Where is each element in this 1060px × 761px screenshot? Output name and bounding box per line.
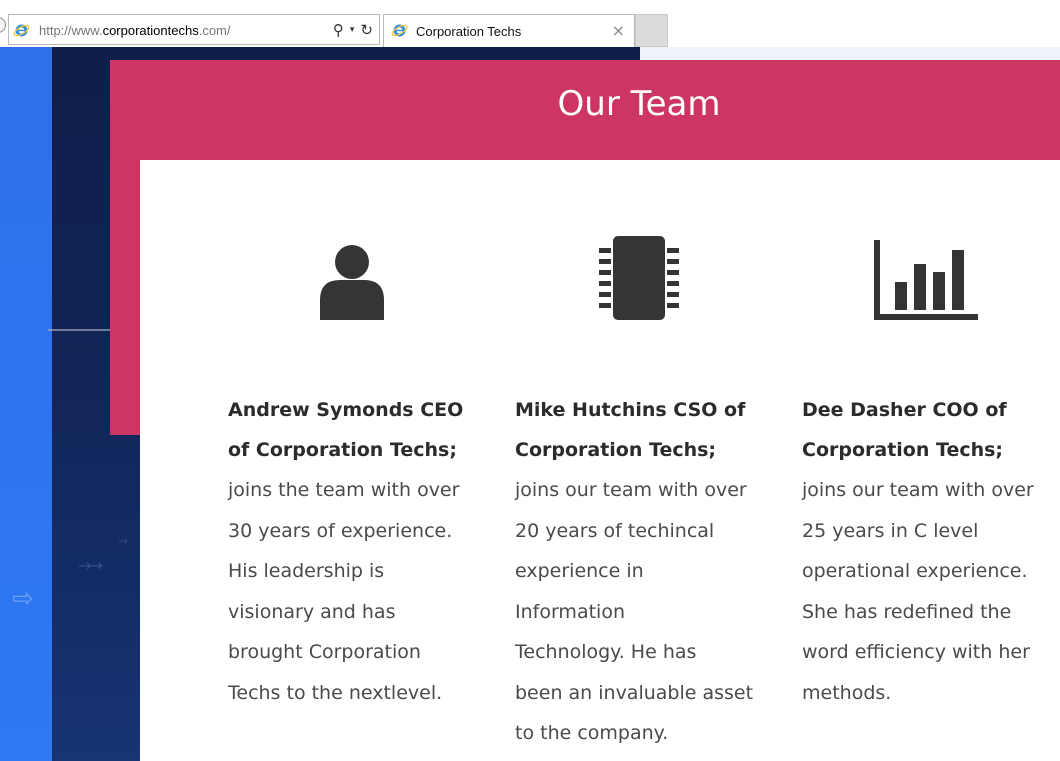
- browser-tab[interactable]: Corporation Techs ×: [383, 14, 635, 47]
- bio-line: Technology. He has: [515, 641, 697, 663]
- refresh-icon[interactable]: ↻: [360, 19, 373, 41]
- bio-line: experience in: [515, 560, 644, 582]
- url-domain: corporationtechs: [102, 23, 199, 38]
- bio-line: joins our team with over: [802, 479, 1034, 501]
- url-prefix: http://www.: [39, 23, 103, 38]
- member-name-line: Dee Dasher COO of: [802, 399, 1007, 421]
- decorative-line: [48, 329, 110, 331]
- address-tools: ⚲ ▾ ↻: [333, 19, 373, 41]
- section-title: Our Team: [557, 84, 721, 124]
- bio-line: 20 years of techincal: [515, 519, 715, 542]
- bio-line: Information: [515, 600, 625, 623]
- internet-explorer-icon: [391, 24, 408, 37]
- member-bio: joins our team with over 25 years in C l…: [802, 470, 1034, 713]
- bio-line: word efficiency with her: [802, 641, 1030, 663]
- bio-line: She has redefined the: [802, 600, 1012, 623]
- tab-title: Corporation Techs: [416, 24, 522, 39]
- microchip-icon: [599, 236, 679, 320]
- bio-line: 25 years in C level: [802, 519, 979, 542]
- arrows-decoration-icon: →: [118, 534, 129, 548]
- internet-explorer-icon: [13, 24, 30, 37]
- bio-line: His leadership is: [228, 560, 385, 582]
- bio-line: 30 years of experience.: [228, 519, 453, 542]
- arrows-decoration-icon: →→: [78, 556, 103, 575]
- member-bio: joins the team with over 30 years of exp…: [228, 470, 459, 713]
- bio-line: brought Corporation: [228, 641, 421, 663]
- new-tab-button[interactable]: [635, 14, 668, 47]
- bar-chart-icon: [874, 240, 978, 320]
- member-name: Mike Hutchins CSO of Corporation Techs;: [515, 390, 745, 470]
- browser-chrome: http://www.corporationtechs.com/ ⚲ ▾ ↻ C…: [0, 0, 1060, 47]
- member-name-line: Corporation Techs;: [802, 439, 1004, 461]
- member-name-line: Mike Hutchins CSO of: [515, 399, 746, 421]
- bio-line: visionary and has: [228, 600, 396, 623]
- member-name-line: Corporation Techs;: [515, 439, 717, 461]
- member-name: Andrew Symonds CEO of Corporation Techs;: [228, 390, 463, 470]
- address-bar[interactable]: http://www.corporationtechs.com/ ⚲ ▾ ↻: [8, 14, 380, 45]
- arrow-right-icon: ⇨: [12, 584, 34, 614]
- member-name: Dee Dasher COO of Corporation Techs;: [802, 390, 1007, 470]
- bio-line: joins our team with over: [515, 479, 747, 501]
- bio-line: joins the team with over: [228, 479, 460, 501]
- member-bio: joins our team with over 20 years of tec…: [515, 470, 753, 754]
- url-text: http://www.corporationtechs.com/: [39, 23, 231, 38]
- bio-line: to the company.: [515, 722, 669, 744]
- background-blue-stripe: [0, 47, 52, 761]
- chevron-down-icon[interactable]: ▾: [350, 19, 355, 41]
- bio-line: operational experience.: [802, 560, 1028, 582]
- member-name-line: of Corporation Techs;: [228, 439, 457, 461]
- search-icon[interactable]: ⚲: [333, 19, 344, 41]
- url-suffix: .com/: [198, 23, 231, 38]
- member-name-line: Andrew Symonds CEO: [228, 399, 464, 421]
- back-button[interactable]: [0, 17, 6, 33]
- bio-line: Techs to the nextlevel.: [228, 681, 443, 704]
- bio-line: been an invaluable asset: [515, 681, 754, 704]
- close-icon[interactable]: ×: [612, 21, 625, 40]
- person-icon: [320, 245, 384, 320]
- bio-line: methods.: [802, 681, 892, 704]
